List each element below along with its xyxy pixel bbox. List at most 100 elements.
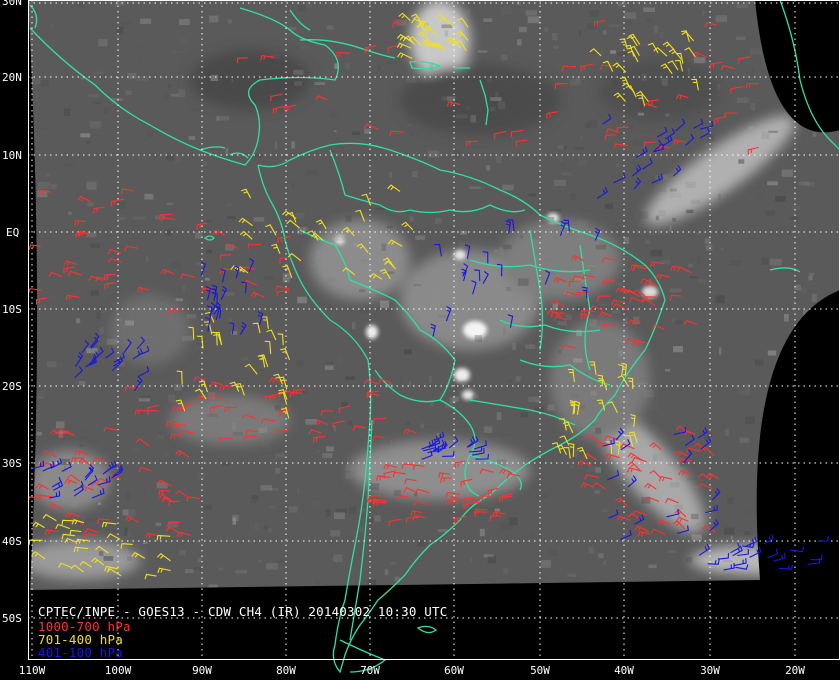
image-speckle	[309, 69, 313, 76]
image-speckle	[174, 384, 182, 391]
image-speckle	[645, 18, 653, 23]
image-speckle	[557, 145, 564, 149]
image-speckle	[408, 124, 410, 127]
image-speckle	[687, 67, 691, 75]
image-speckle	[790, 486, 796, 489]
image-speckle	[225, 203, 233, 206]
image-speckle	[191, 72, 203, 80]
image-speckle	[689, 256, 695, 265]
image-speckle	[250, 498, 258, 503]
image-speckle	[394, 489, 401, 496]
image-speckle	[184, 248, 187, 253]
image-speckle	[672, 217, 676, 222]
image-speckle	[725, 307, 732, 316]
image-speckle	[126, 492, 130, 501]
image-speckle	[724, 527, 735, 535]
image-speckle	[800, 287, 807, 295]
image-speckle	[685, 181, 696, 188]
image-speckle	[775, 196, 786, 202]
image-speckle	[617, 51, 628, 57]
image-speckle	[769, 379, 780, 385]
image-speckle	[479, 528, 485, 537]
image-speckle	[655, 465, 659, 470]
image-speckle	[131, 448, 140, 452]
image-speckle	[779, 451, 785, 456]
image-speckle	[696, 95, 704, 104]
image-speckle	[333, 130, 337, 133]
image-speckle	[390, 562, 396, 565]
image-speckle	[739, 437, 750, 443]
image-speckle	[617, 2, 627, 7]
image-speckle	[794, 499, 804, 508]
image-speckle	[125, 320, 134, 326]
image-speckle	[359, 259, 368, 262]
image-speckle	[182, 335, 193, 342]
image-speckle	[577, 159, 588, 165]
image-speckle	[617, 282, 624, 288]
image-speckle	[293, 69, 304, 75]
image-speckle	[494, 508, 500, 512]
image-speckle	[127, 72, 137, 80]
image-speckle	[50, 184, 57, 190]
image-speckle	[314, 580, 320, 586]
image-speckle	[472, 394, 479, 399]
image-speckle	[144, 489, 147, 496]
image-speckle	[206, 249, 213, 254]
image-speckle	[486, 77, 493, 83]
image-speckle	[415, 235, 426, 240]
image-speckle	[673, 587, 681, 590]
image-speckle	[661, 78, 668, 86]
image-speckle	[690, 199, 701, 204]
image-speckle	[691, 534, 702, 541]
image-speckle	[517, 39, 522, 46]
image-speckle	[470, 557, 473, 563]
image-speckle	[503, 244, 512, 250]
image-speckle	[570, 465, 575, 469]
image-speckle	[408, 381, 412, 388]
image-speckle	[433, 295, 439, 299]
image-speckle	[90, 519, 101, 522]
image-speckle	[125, 509, 136, 518]
image-speckle	[36, 390, 46, 398]
image-speckle	[57, 362, 63, 370]
image-speckle	[696, 232, 700, 235]
image-speckle	[781, 169, 794, 177]
image-speckle	[441, 24, 453, 29]
image-speckle	[829, 99, 839, 107]
image-speckle	[806, 566, 818, 573]
image-speckle	[454, 149, 461, 157]
image-speckle	[291, 141, 295, 149]
image-speckle	[576, 219, 588, 226]
image-speckle	[40, 80, 50, 87]
image-speckle	[742, 506, 754, 515]
image-speckle	[697, 255, 701, 264]
image-speckle	[729, 260, 742, 266]
image-speckle	[90, 290, 99, 296]
image-speckle	[744, 416, 755, 424]
latitude-labels: 30N 20N 10N EQ 10S 20S 30S 40S 50S	[2, 0, 22, 625]
image-speckle	[598, 553, 604, 559]
image-speckle	[659, 31, 664, 38]
image-speckle	[314, 82, 325, 86]
image-speckle	[458, 242, 466, 248]
image-speckle	[803, 309, 815, 317]
image-speckle	[78, 381, 86, 386]
image-speckle	[541, 367, 545, 374]
image-speckle	[216, 115, 220, 121]
image-speckle	[106, 575, 114, 581]
image-speckle	[720, 248, 725, 251]
lat-label: 50S	[2, 612, 22, 625]
image-speckle	[68, 211, 72, 215]
image-speckle	[280, 225, 287, 229]
image-speckle	[384, 569, 389, 576]
image-speckle	[745, 58, 750, 64]
image-speckle	[669, 288, 682, 293]
image-speckle	[664, 18, 670, 22]
image-speckle	[701, 561, 704, 564]
image-speckle	[688, 263, 693, 268]
image-speckle	[338, 356, 342, 364]
image-speckle	[206, 413, 218, 417]
image-speckle	[808, 272, 815, 276]
image-speckle	[428, 368, 437, 371]
image-speckle	[88, 94, 100, 98]
